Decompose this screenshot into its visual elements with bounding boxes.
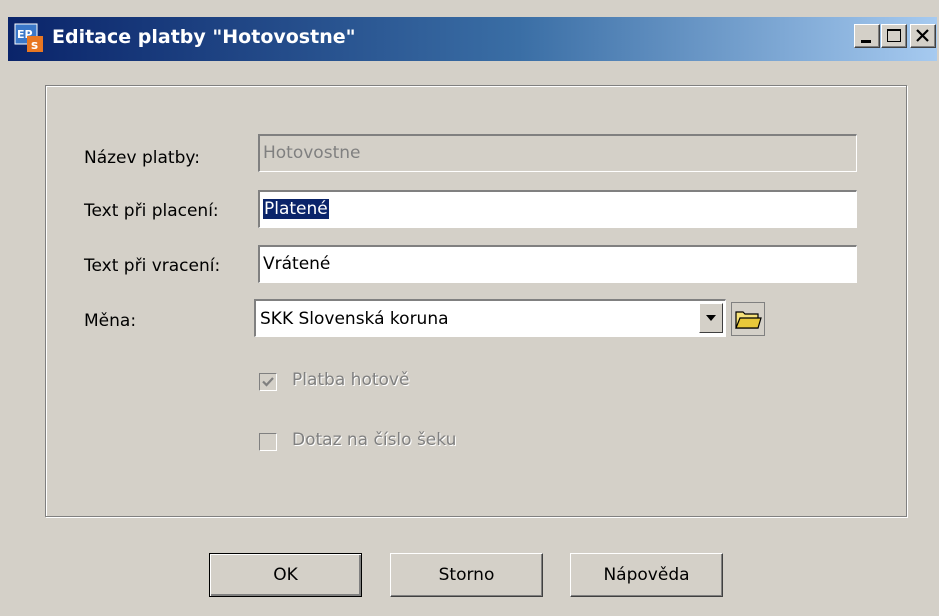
- app-icon[interactable]: EP s: [14, 23, 44, 53]
- pay-text-value: Platené: [263, 199, 329, 219]
- cash-payment-label: Platba hotově: [292, 370, 410, 390]
- cheque-query-checkbox[interactable]: [259, 433, 277, 451]
- currency-value: SKK Slovenská koruna: [260, 309, 449, 329]
- cancel-button[interactable]: Storno: [390, 553, 543, 597]
- svg-text:s: s: [31, 38, 38, 52]
- chevron-down-icon: [706, 315, 716, 321]
- minimize-button[interactable]: [854, 24, 880, 48]
- ok-button[interactable]: OK: [209, 553, 362, 597]
- refund-text-label: Text při vracení:: [84, 256, 221, 276]
- currency-dropdown-button[interactable]: [699, 303, 723, 333]
- payment-name-field: Hotovostne: [258, 134, 857, 172]
- cash-payment-checkbox[interactable]: [259, 373, 277, 391]
- window-title: Editace platby "Hotovostne": [52, 26, 356, 48]
- refund-text-value: Vrátené: [263, 254, 331, 274]
- maximize-icon: [887, 29, 901, 42]
- dialog-window: EP s Editace platby "Hotovostne" Název p…: [0, 0, 939, 616]
- close-button[interactable]: [910, 24, 936, 48]
- folder-icon: [731, 302, 765, 336]
- title-bar[interactable]: EP s Editace platby "Hotovostne": [8, 17, 937, 61]
- payment-name-value: Hotovostne: [263, 143, 361, 163]
- close-icon: [916, 29, 929, 42]
- browse-currency-button[interactable]: [731, 302, 765, 336]
- pay-text-input[interactable]: Platené: [258, 190, 857, 228]
- checkmark-icon: [262, 377, 274, 387]
- minimize-icon: [861, 40, 871, 43]
- cheque-query-label: Dotaz na číslo šeku: [292, 430, 457, 450]
- payment-name-label: Název platby:: [84, 148, 200, 168]
- pay-text-label: Text při placení:: [84, 201, 219, 221]
- currency-select[interactable]: SKK Slovenská koruna: [254, 299, 726, 337]
- currency-label: Měna:: [84, 311, 137, 331]
- refund-text-input[interactable]: Vrátené: [258, 245, 857, 283]
- help-button[interactable]: Nápověda: [570, 553, 723, 597]
- maximize-button[interactable]: [881, 24, 907, 48]
